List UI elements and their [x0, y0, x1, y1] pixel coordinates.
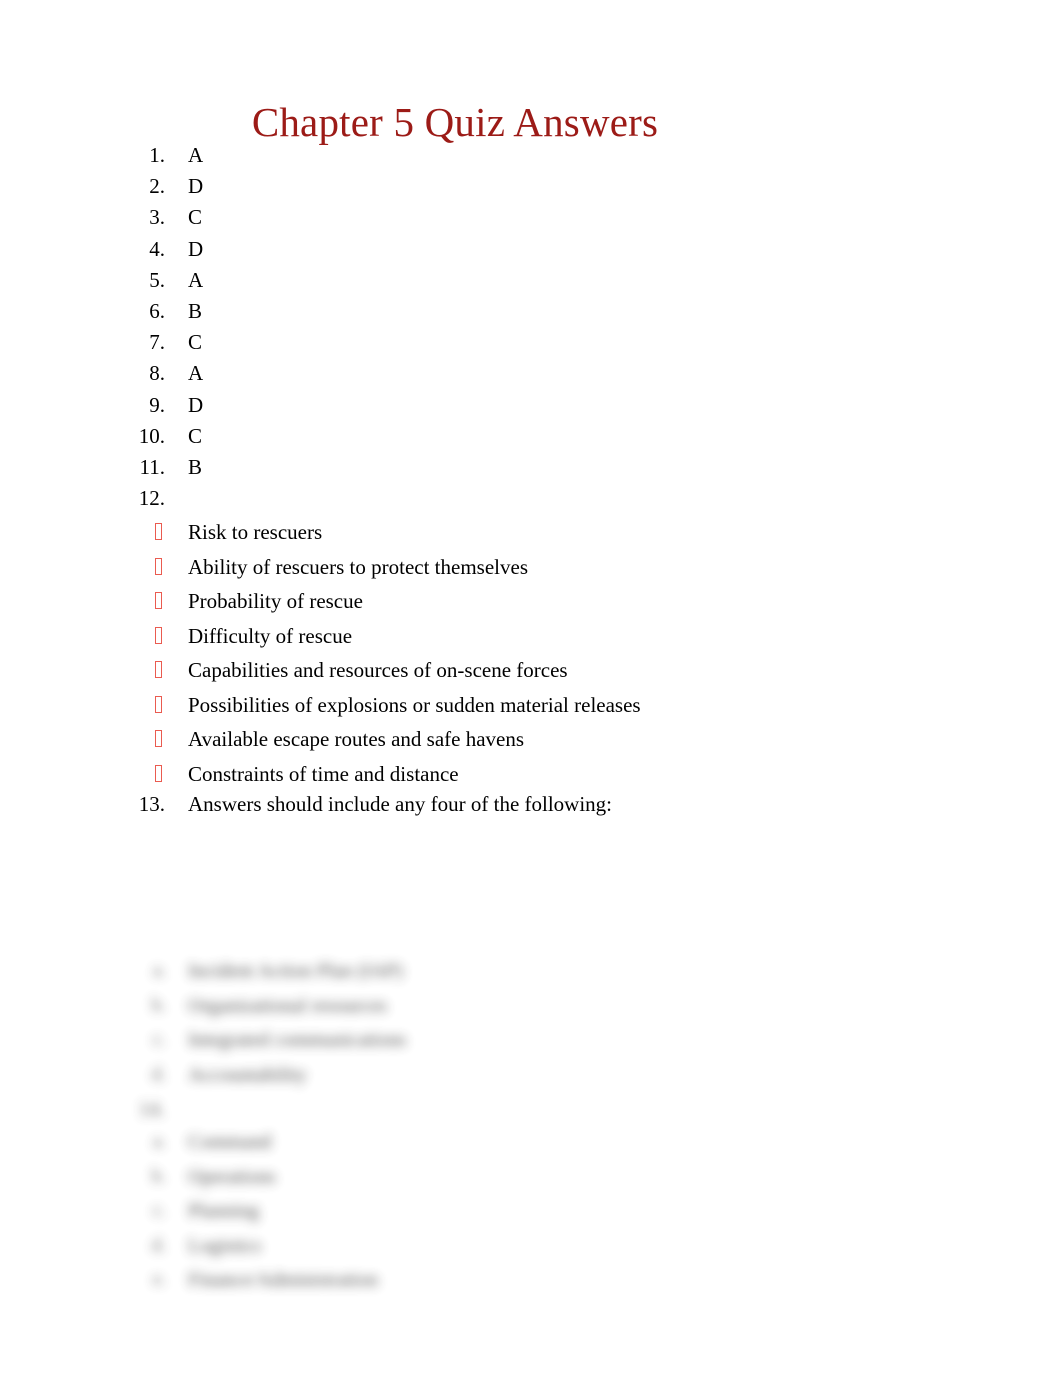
list-item: e. Finance/Administration	[0, 1267, 1062, 1302]
tofu-bullet-icon	[155, 523, 162, 540]
tofu-bullet-icon	[155, 626, 162, 644]
tofu-bullet-icon	[155, 695, 162, 713]
list-item: Constraints of time and distance	[0, 761, 1062, 796]
list-item-text: Finance/Administration	[188, 1269, 378, 1291]
list-item-text: Operations	[188, 1165, 276, 1188]
page-title: Chapter 5 Quiz Answers	[251, 99, 659, 146]
tofu-bullet-icon	[155, 592, 162, 609]
list-item-answer: D	[188, 236, 204, 261]
list-item-text: Organizational resources	[188, 994, 387, 1017]
list-item-answer: B	[188, 298, 203, 323]
list-item-number: 11.	[139, 454, 165, 479]
list-item-answer: C	[188, 205, 203, 230]
list-item-marker: c.	[152, 1029, 166, 1050]
list-item-answer: A	[188, 267, 204, 292]
tofu-bullet-icon	[155, 557, 162, 575]
list-item: a. Incident Action Plan (IAP)	[0, 958, 1062, 993]
list-item-text: Integrated communications	[188, 1029, 407, 1051]
list-item-question-13: 13. Answers should include any four of t…	[0, 791, 1062, 822]
list-item-question-14: 14.	[0, 1096, 1062, 1129]
list-item-number: 13.	[138, 792, 165, 816]
bullet-label: Possibilities of explosions or sudden ma…	[188, 692, 641, 717]
list-item: d. Accountability	[0, 1062, 1062, 1097]
list-item-marker: d.	[151, 1234, 166, 1256]
list-item: 5. A	[0, 267, 1062, 298]
bullet-label: Capabilities and resources of on-scene f…	[188, 658, 568, 682]
tofu-bullet-icon	[155, 730, 162, 747]
list-item-number: 7.	[149, 330, 165, 355]
list-item-text: Incident Action Plan (IAP)	[188, 960, 403, 982]
list-item-text: Command	[188, 1131, 272, 1153]
list-item: Possibilities of explosions or sudden ma…	[0, 692, 1062, 727]
bullet-label: Constraints of time and distance	[188, 761, 459, 786]
list-item-number: 9.	[149, 392, 165, 417]
list-item-marker: c.	[152, 1200, 166, 1221]
list-item: 11. B	[0, 454, 1062, 485]
list-item-marker: d.	[151, 1063, 166, 1085]
bullet-label: Ability of rescuers to protect themselve…	[188, 554, 528, 579]
list-item: Risk to rescuers	[0, 519, 1062, 554]
list-item-answer: B	[188, 454, 203, 479]
list-item: d. Logistics	[0, 1233, 1062, 1268]
list-item-number: 1.	[149, 143, 165, 167]
list-item-number: 14.	[138, 1097, 165, 1121]
list-item-marker: b.	[151, 1165, 166, 1187]
list-item-number: 3.	[149, 205, 165, 230]
tofu-bullet-icon	[155, 764, 162, 782]
list-item: 8. A	[0, 360, 1062, 391]
list-item-number: 6.	[149, 298, 165, 323]
list-item: Capabilities and resources of on-scene f…	[0, 657, 1062, 692]
list-item-number: 4.	[149, 236, 165, 261]
list-item-text: Planning	[188, 1200, 260, 1222]
list-item: Probability of rescue	[0, 588, 1062, 623]
bullet-label: Risk to rescuers	[188, 520, 323, 544]
list-item-text: Accountability	[188, 1063, 307, 1086]
list-item: a. Command	[0, 1129, 1062, 1164]
list-item: 3. C	[0, 204, 1062, 235]
bullet-label: Difficulty of rescue	[188, 623, 353, 648]
bullet-label: Probability of rescue	[188, 589, 363, 613]
tofu-bullet-icon	[155, 661, 162, 678]
list-item: c. Planning	[0, 1198, 1062, 1233]
list-item-marker: a.	[152, 960, 166, 981]
list-item-number: 10.	[138, 423, 165, 448]
list-item: 1. A	[0, 142, 1062, 173]
list-item-number: 2.	[149, 174, 165, 199]
list-item-answer: A	[188, 361, 204, 386]
list-item-answer: A	[188, 143, 204, 167]
list-item: Ability of rescuers to protect themselve…	[0, 554, 1062, 589]
question-12-bullet-list: Risk to rescuers Ability of rescuers to …	[0, 519, 1062, 795]
list-item-answer: C	[188, 423, 203, 448]
list-item: Difficulty of rescue	[0, 623, 1062, 658]
multiple-choice-answer-list: 1. A 2. D 3. C 4. D 5. A 6. B 7. C 8. A	[0, 142, 1062, 516]
list-item-answer: D	[188, 392, 204, 417]
list-item-question-12: 12.	[0, 485, 1062, 516]
bullet-label: Available escape routes and safe havens	[188, 727, 525, 751]
list-item: c. Integrated communications	[0, 1027, 1062, 1062]
list-item-marker: b.	[151, 994, 166, 1016]
list-item-marker: e.	[152, 1269, 166, 1290]
list-item-answer: D	[188, 174, 204, 199]
list-item-text: Logistics	[188, 1234, 262, 1257]
list-item: 6. B	[0, 298, 1062, 329]
list-item: 9. D	[0, 392, 1062, 423]
document-page: Chapter 5 Quiz Answers 1. A 2. D 3. C 4.…	[0, 0, 1062, 1377]
list-item: 2. D	[0, 173, 1062, 204]
list-item-marker: a.	[152, 1131, 166, 1152]
list-item-number: 8.	[149, 361, 165, 386]
list-item-number: 12.	[138, 486, 165, 511]
list-item-text: Answers should include any four of the f…	[188, 792, 613, 816]
list-item: Available escape routes and safe havens	[0, 726, 1062, 761]
list-item: 4. D	[0, 236, 1062, 267]
list-item-answer: C	[188, 330, 203, 355]
list-item: 10. C	[0, 423, 1062, 454]
list-item-number: 5.	[149, 267, 165, 292]
list-item: b. Organizational resources	[0, 993, 1062, 1028]
obscured-content-region: a. Incident Action Plan (IAP) b. Organiz…	[0, 958, 1062, 1328]
list-item: b. Operations	[0, 1164, 1062, 1199]
list-item: 7. C	[0, 329, 1062, 360]
